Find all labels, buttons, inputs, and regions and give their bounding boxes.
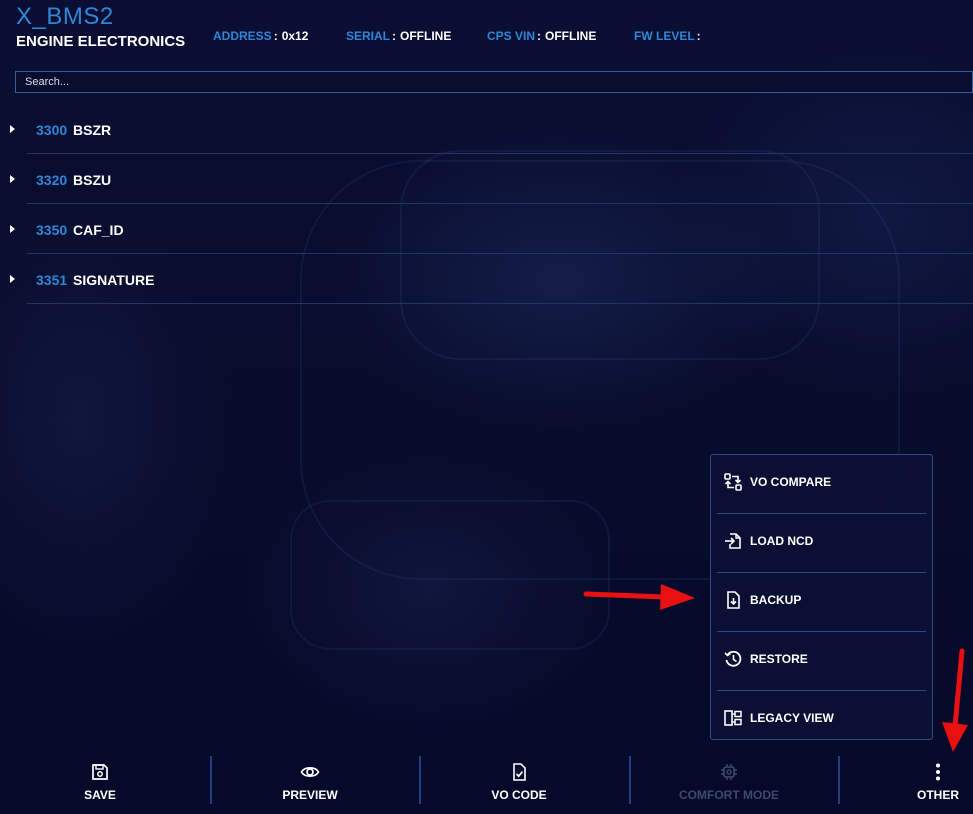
floppy-disk-icon (92, 764, 108, 780)
menu-item-restore[interactable]: RESTORE (711, 632, 932, 691)
tree-row-name: BSZU (73, 172, 112, 188)
file-check-icon (513, 763, 526, 781)
eye-icon (300, 767, 320, 777)
serial-info: SERIAL: OFFLINE (346, 29, 451, 43)
other-menu-popup: VO COMPARE LOAD NCD BACKUP RESTORE LEGAC… (710, 454, 933, 740)
tree-row-code: 3351 (36, 272, 68, 288)
save-button[interactable]: SAVE (0, 752, 200, 814)
serial-label: SERIAL (346, 29, 391, 43)
tree-row-code: 3320 (36, 172, 68, 188)
tree-row-name: CAF_ID (73, 222, 124, 238)
expand-caret-icon[interactable] (10, 125, 15, 133)
ecu-subtitle: ENGINE ELECTRONICS (16, 33, 186, 50)
menu-item-vo-compare[interactable]: VO COMPARE (711, 455, 932, 514)
address-value: 0x12 (281, 29, 309, 43)
tree-row-code: 3300 (36, 122, 68, 138)
ecu-header: X_BMS2 ENGINE ELECTRONICS ADDRESS:0x12 S… (0, 0, 973, 60)
fw-level-info: FW LEVEL: (634, 29, 705, 43)
vo-code-button[interactable]: VO CODE (419, 752, 619, 814)
coding-tree: 3300 BSZR 3320 BSZU 3350 CAF_ID 3351 SIG… (0, 104, 973, 304)
tree-row-3351[interactable]: 3351 SIGNATURE (0, 254, 973, 304)
search-input[interactable] (16, 72, 972, 92)
tree-row-name: BSZR (73, 122, 112, 138)
vo-code-button-label: VO CODE (491, 788, 547, 802)
comfort-mode-button-label: COMFORT MODE (679, 788, 779, 802)
preview-button[interactable]: PREVIEW (210, 752, 410, 814)
row-divider (27, 303, 973, 304)
fw-level-separator: : (696, 29, 701, 43)
menu-item-label: LEGACY VIEW (750, 711, 834, 725)
address-separator: : (273, 29, 278, 43)
cps-vin-separator: : (537, 29, 542, 43)
menu-item-label: LOAD NCD (750, 534, 814, 548)
search-box (15, 71, 973, 93)
address-info: ADDRESS:0x12 (213, 29, 308, 43)
ecu-title: X_BMS2 (16, 3, 114, 30)
other-button-label: OTHER (917, 788, 959, 802)
file-import-icon (725, 533, 741, 549)
menu-item-backup[interactable]: BACKUP (711, 573, 932, 632)
expand-caret-icon[interactable] (10, 225, 15, 233)
menu-item-load-ncd[interactable]: LOAD NCD (711, 514, 932, 573)
tree-row-3350[interactable]: 3350 CAF_ID (0, 204, 973, 254)
serial-value: OFFLINE (400, 29, 452, 43)
save-button-label: SAVE (84, 788, 116, 802)
comfort-mode-button[interactable]: COMFORT MODE (629, 752, 829, 814)
tree-row-3300[interactable]: 3300 BSZR (0, 104, 973, 154)
tree-row-name: SIGNATURE (73, 272, 155, 288)
cps-vin-label: CPS VIN (487, 29, 536, 43)
other-button[interactable]: OTHER (838, 752, 973, 814)
folder-tree-icon (724, 710, 742, 726)
fw-level-label: FW LEVEL (634, 29, 695, 43)
tree-row-code: 3350 (36, 222, 68, 238)
menu-item-label: BACKUP (750, 593, 802, 607)
tree-row-3320[interactable]: 3320 BSZU (0, 154, 973, 204)
chip-icon (721, 764, 737, 780)
expand-caret-icon[interactable] (10, 175, 15, 183)
expand-caret-icon[interactable] (10, 275, 15, 283)
car-lower-intake-shape (290, 500, 610, 650)
file-download-icon (727, 591, 740, 609)
cps-vin-value: OFFLINE (545, 29, 597, 43)
address-label: ADDRESS (213, 29, 272, 43)
menu-item-label: RESTORE (750, 652, 808, 666)
compare-arrows-icon (724, 473, 742, 491)
preview-button-label: PREVIEW (282, 788, 338, 802)
serial-separator: : (392, 29, 397, 43)
more-vertical-icon (936, 763, 940, 781)
history-icon (724, 650, 742, 667)
cps-vin-info: CPS VIN: OFFLINE (487, 29, 596, 43)
menu-item-label: VO COMPARE (750, 475, 832, 489)
menu-item-legacy-view[interactable]: LEGACY VIEW (711, 691, 932, 750)
bottom-toolbar: SAVE PREVIEW VO CODE COMFORT MODE OTHER (0, 752, 973, 814)
